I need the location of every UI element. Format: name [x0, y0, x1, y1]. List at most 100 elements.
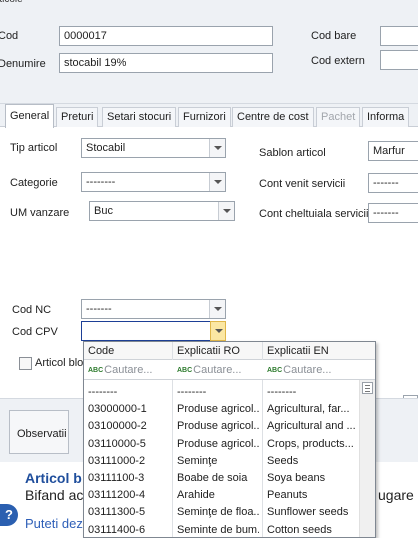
tab-centre-de-cost[interactable]: Centre de cost [232, 107, 314, 127]
filter-placeholder: Cautare... [193, 364, 242, 376]
header-panel [0, 0, 418, 104]
column-header-code[interactable]: Code [88, 345, 114, 357]
dropdown-cell-code: 03111100-3 [88, 472, 145, 484]
dropdown-row[interactable]: 03111000-2 Seminţe Seeds [84, 452, 360, 469]
help-icon[interactable]: ? [0, 504, 18, 526]
help-link[interactable]: Puteti dez [25, 516, 83, 531]
dropdown-row[interactable]: 03111400-6 Seminte de bum... Cotton seeds [84, 521, 360, 537]
categorie-value: -------- [86, 176, 116, 188]
filter-code-input[interactable]: ABCCautare... [88, 364, 152, 376]
dropdown-cell-ro: Seminţe de floa... [177, 506, 259, 519]
cont-venit-label: Cont venit servicii [259, 178, 346, 190]
dropdown-cell-en: Agricultural and ... [267, 420, 356, 433]
cod-extern-field[interactable] [380, 50, 418, 70]
filter-en-input[interactable]: ABCCautare... [267, 364, 331, 376]
dropdown-cell-en: Agricultural, far... [267, 403, 350, 416]
dropdown-cell-code: 03111300-5 [88, 506, 146, 519]
dropdown-cell-en: Soya beans [267, 472, 326, 484]
dropdown-cell-ro: Produse agricol... [177, 420, 259, 433]
cod-nc-combo[interactable]: ------- [81, 299, 226, 319]
denumire-label: Denumire [0, 58, 46, 70]
chevron-down-icon [214, 307, 222, 311]
dropdown-row[interactable]: 03100000-2 Produse agricol... Agricultural… [84, 417, 360, 434]
dropdown-cell-code: 03111200-4 [88, 489, 146, 502]
dropdown-cell-ro: Boabe de soia [177, 472, 248, 484]
column-header-explicatii-en[interactable]: Explicatii EN [267, 345, 329, 357]
observatii-label: Observatii [17, 428, 67, 440]
dropdown-cell-code: 03100000-2 [88, 420, 147, 433]
dropdown-button[interactable] [210, 321, 226, 341]
dropdown-cell-code: 03111000-2 [88, 454, 146, 467]
dropdown-row[interactable]: 03000000-1 Produse agricol... Agricultural… [84, 400, 360, 417]
dropdown-row[interactable]: 03111100-3 Boabe de soia Soya beans [84, 469, 360, 486]
dropdown-cell-code: 03000000-1 [88, 403, 147, 416]
sablon-articol-label: Sablon articol [259, 147, 326, 159]
dropdown-button[interactable] [209, 173, 225, 191]
tab-informatii[interactable]: Informa [362, 107, 410, 127]
dropdown-button[interactable] [209, 139, 225, 157]
help-title: Articol b [25, 470, 82, 486]
group-title: rticole [0, 0, 23, 5]
chevron-down-icon [214, 146, 222, 150]
cod-bare-field[interactable] [380, 26, 418, 46]
cod-label: Cod [0, 30, 19, 42]
denumire-field[interactable]: stocabil 19% [59, 53, 273, 73]
dropdown-row[interactable]: -------- -------- -------- [84, 383, 360, 400]
dropdown-button[interactable] [209, 300, 225, 318]
dropdown-cell-en: Peanuts [267, 489, 308, 502]
articol-blocat-checkbox[interactable] [19, 357, 32, 370]
text-filter-icon: ABC [88, 367, 104, 374]
dropdown-cell-en: Cotton seeds [267, 523, 332, 536]
cpv-dropdown-list[interactable]: Code Explicatii RO Explicatii EN ABCCaut… [83, 341, 376, 538]
cod-cpv-label: Cod CPV [12, 326, 58, 338]
tab-general[interactable]: General [5, 104, 55, 128]
tab-pachet: Pachet [316, 107, 361, 127]
tab-setari-stocuri[interactable]: Setari stocuri [102, 107, 177, 127]
filter-placeholder: Cautare... [283, 364, 332, 376]
dropdown-cell-code: -------- [88, 386, 118, 398]
cod-bare-label: Cod bare [311, 30, 357, 42]
dropdown-cell-ro: Produse agricol... [177, 437, 259, 450]
cont-venit-combo[interactable]: ------- [368, 173, 418, 193]
scroll-thumb[interactable] [362, 382, 373, 394]
articol-blocat-label: Articol bloc [35, 357, 89, 369]
tab-furnizori[interactable]: Furnizori [178, 107, 231, 127]
cod-nc-value: ------- [86, 303, 112, 315]
cod-cpv-combo[interactable] [81, 321, 226, 341]
cont-cheltuiala-combo[interactable]: ------- [368, 203, 418, 223]
column-header-explicatii-ro[interactable]: Explicatii RO [177, 345, 240, 357]
um-vanzare-value: Buc [94, 205, 113, 217]
dropdown-cell-en: -------- [267, 386, 297, 398]
dropdown-row[interactable]: 03111300-5 Seminţe de floa... Sunflower se… [84, 503, 360, 520]
chevron-down-icon [223, 209, 231, 213]
categorie-combo[interactable]: -------- [81, 172, 226, 192]
cod-nc-label: Cod NC [12, 304, 52, 316]
cont-cheltuiala-label: Cont cheltuiala servicii [259, 208, 369, 220]
text-filter-icon: ABC [267, 367, 283, 374]
tab-preturi[interactable]: Preturi [56, 107, 99, 127]
text-filter-icon: ABC [177, 367, 193, 374]
dropdown-cell-code: 03111400-6 [88, 523, 146, 536]
dropdown-scrollbar[interactable] [359, 380, 375, 537]
dropdown-cell-en: Seeds [267, 454, 299, 467]
cod-field[interactable]: 0000017 [59, 26, 273, 46]
tip-articol-label: Tip articol [10, 142, 58, 154]
sablon-articol-combo[interactable]: Marfur [368, 141, 418, 161]
um-vanzare-label: UM vanzare [10, 207, 70, 219]
dropdown-cell-ro: Produse agricol... [177, 403, 259, 416]
cod-extern-label: Cod extern [311, 55, 365, 67]
filter-ro-input[interactable]: ABCCautare... [177, 364, 241, 376]
dropdown-row[interactable]: 03110000-5 Produse agricol... Crops, produ… [84, 435, 360, 452]
um-vanzare-combo[interactable]: Buc [89, 201, 235, 221]
dropdown-cell-ro: Seminte de bum... [177, 523, 259, 536]
chevron-down-icon [214, 180, 222, 184]
dropdown-cell-ro: Arahide [177, 489, 215, 502]
chevron-down-icon [215, 329, 223, 333]
dropdown-row[interactable]: 03111200-4 Arahide Peanuts [84, 486, 360, 503]
tip-articol-value: Stocabil [86, 142, 126, 154]
dropdown-cell-en: Crops, products... [267, 437, 354, 450]
help-text: Bifand ac [25, 487, 84, 503]
tip-articol-combo[interactable]: Stocabil [81, 138, 226, 158]
dropdown-cell-code: 03110000-5 [88, 437, 146, 450]
dropdown-button[interactable] [218, 202, 234, 220]
